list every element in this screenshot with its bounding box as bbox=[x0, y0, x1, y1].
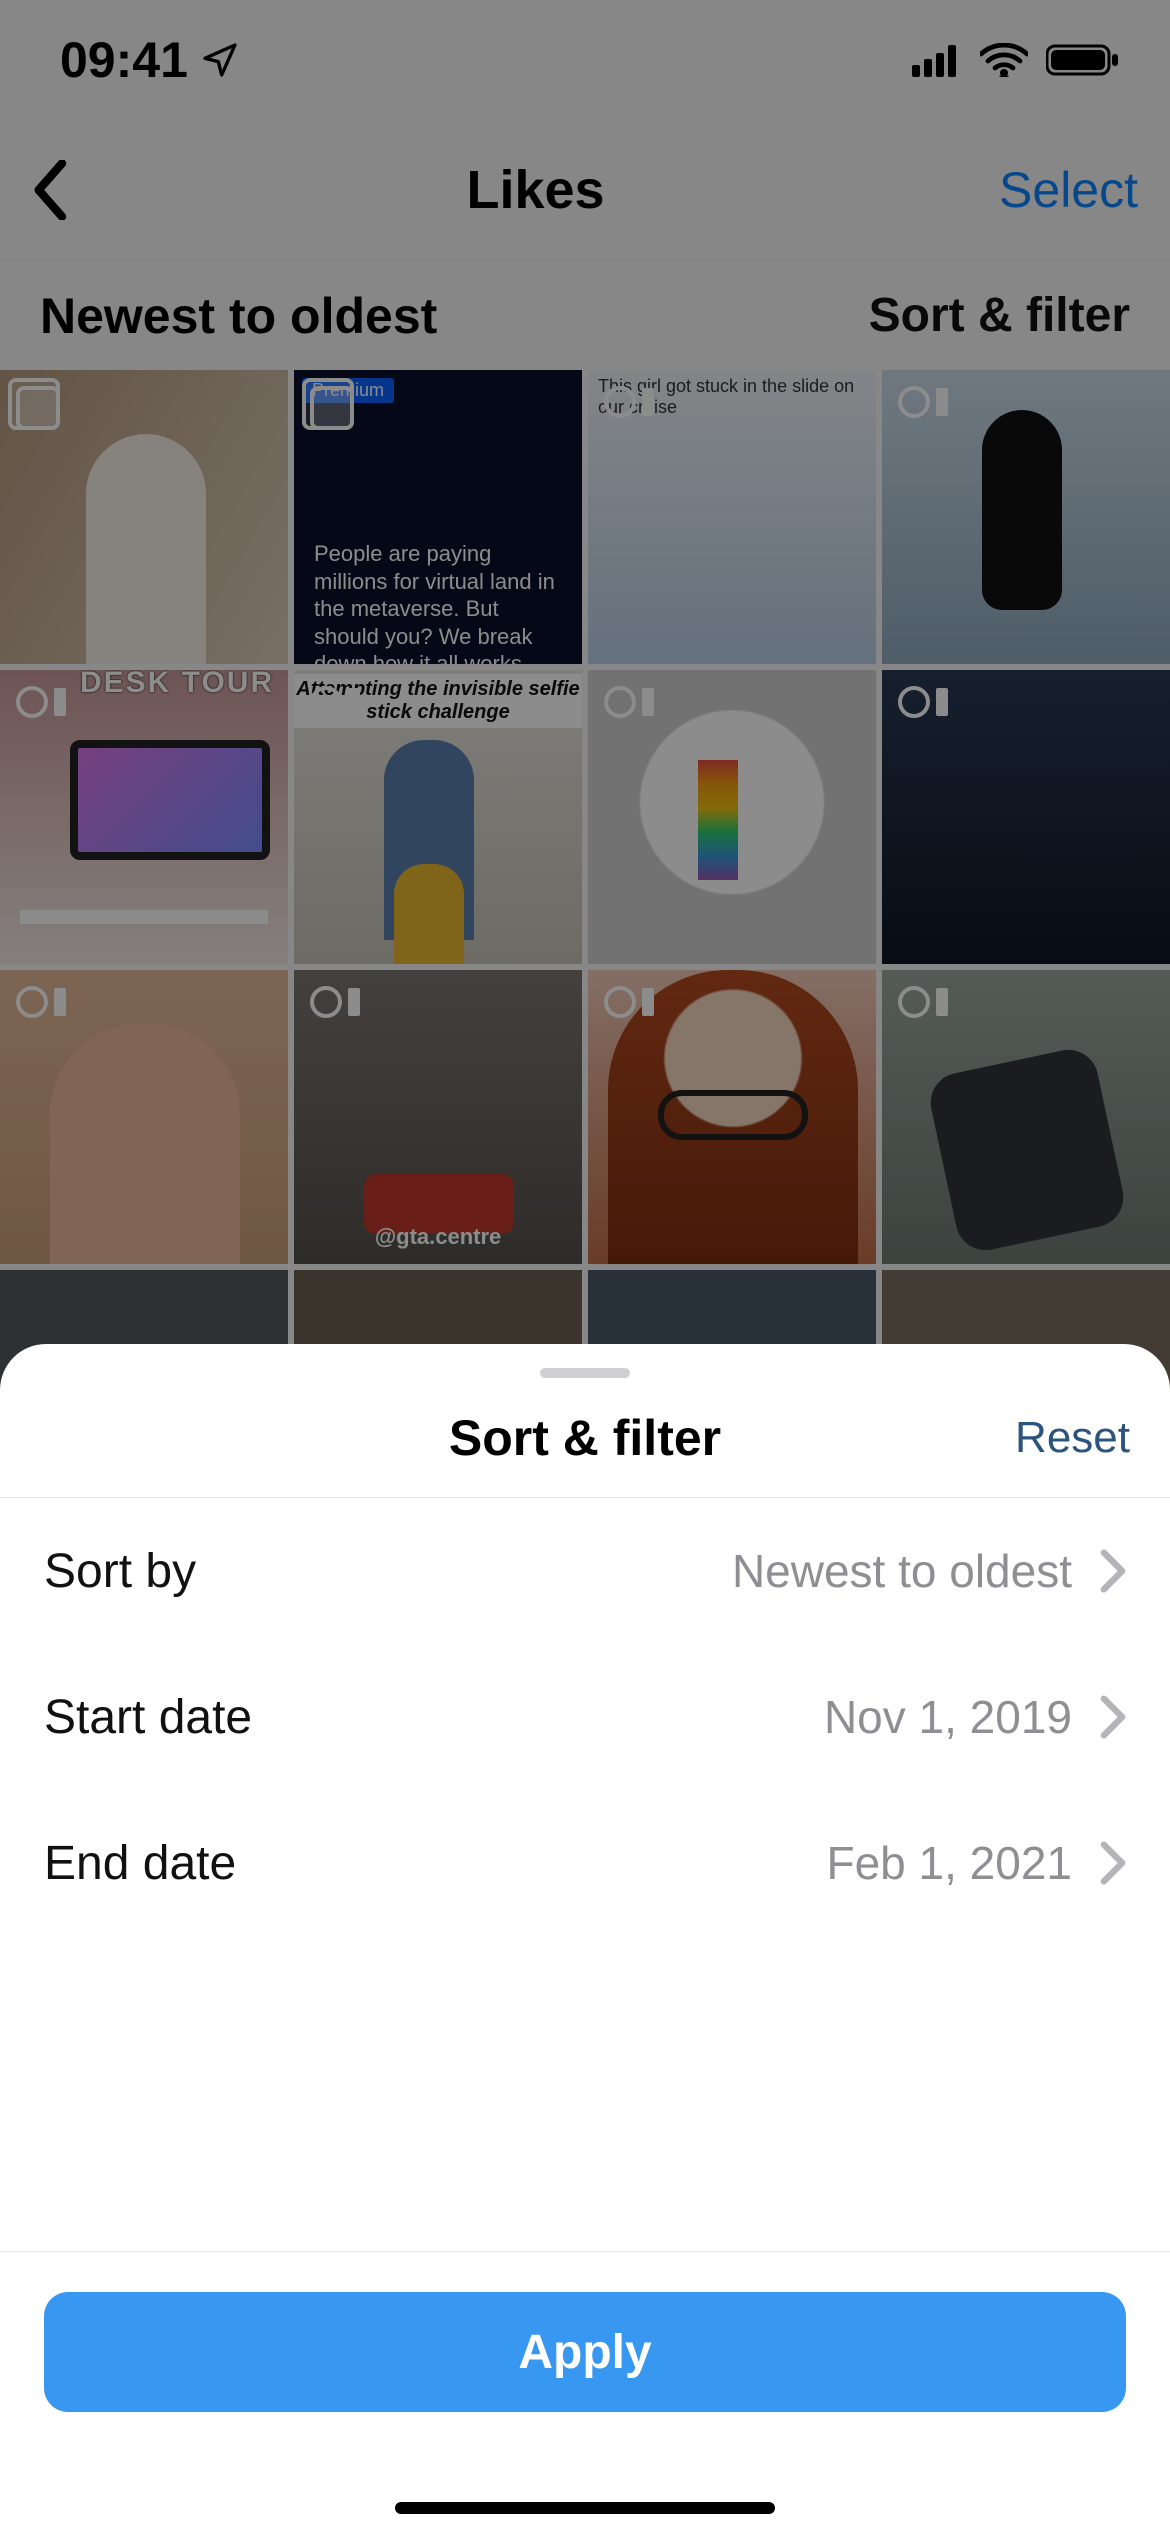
chevron-right-icon bbox=[1100, 1549, 1126, 1593]
chevron-right-icon bbox=[1100, 1695, 1126, 1739]
reset-button[interactable]: Reset bbox=[1015, 1413, 1130, 1463]
sheet-footer: Apply bbox=[0, 2251, 1170, 2532]
start-date-row[interactable]: Start date Nov 1, 2019 bbox=[0, 1644, 1170, 1790]
sheet-header: Sort & filter Reset bbox=[0, 1378, 1170, 1498]
sheet-title: Sort & filter bbox=[449, 1409, 721, 1467]
home-indicator[interactable] bbox=[395, 2502, 775, 2514]
row-label: End date bbox=[44, 1836, 236, 1891]
sort-filter-sheet: Sort & filter Reset Sort by Newest to ol… bbox=[0, 1344, 1170, 2532]
chevron-right-icon bbox=[1100, 1841, 1126, 1885]
sheet-grabber[interactable] bbox=[540, 1368, 630, 1378]
end-date-row[interactable]: End date Feb 1, 2021 bbox=[0, 1790, 1170, 1936]
sort-by-row[interactable]: Sort by Newest to oldest bbox=[0, 1498, 1170, 1644]
row-value: Newest to oldest bbox=[732, 1544, 1072, 1598]
row-label: Sort by bbox=[44, 1544, 196, 1599]
row-label: Start date bbox=[44, 1690, 252, 1745]
apply-button[interactable]: Apply bbox=[44, 2292, 1126, 2412]
row-value: Feb 1, 2021 bbox=[826, 1836, 1072, 1890]
row-value: Nov 1, 2019 bbox=[824, 1690, 1072, 1744]
